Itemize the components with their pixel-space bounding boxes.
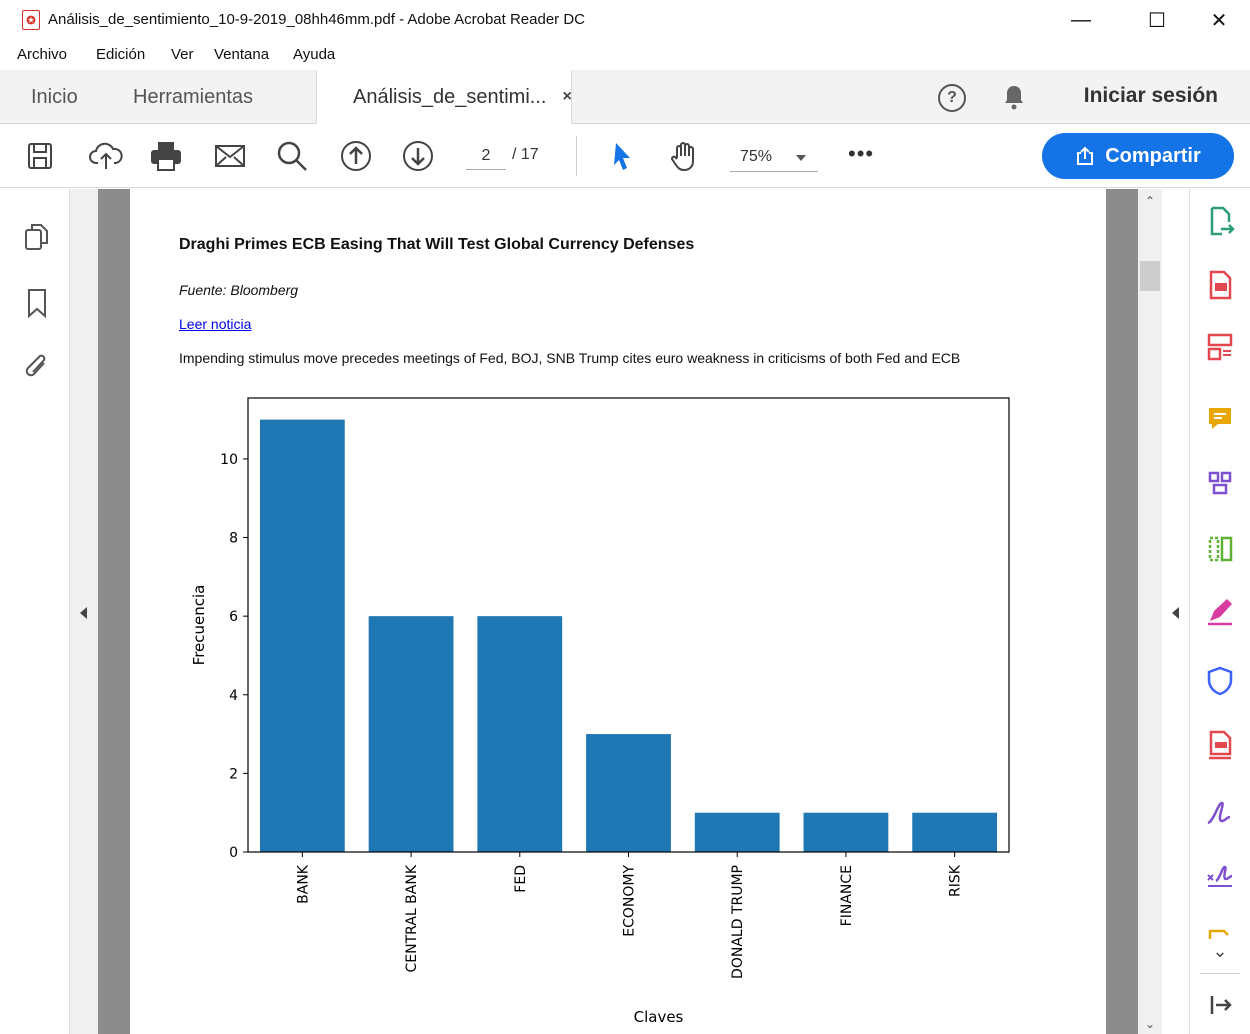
y-tick-label: 2 bbox=[229, 766, 238, 782]
x-tick-label: RISK bbox=[948, 864, 964, 897]
y-tick-label: 0 bbox=[229, 845, 238, 861]
scroll-tools-down-icon[interactable]: ⌄ bbox=[1204, 941, 1236, 961]
menu-ventana[interactable]: Ventana bbox=[214, 46, 269, 63]
article-title: Draghi Primes ECB Easing That Will Test … bbox=[179, 236, 695, 253]
chevron-down-icon bbox=[796, 155, 806, 161]
scroll-up-icon[interactable]: ⌃ bbox=[1138, 191, 1162, 211]
x-tick-label: CENTRAL BANK bbox=[404, 864, 420, 972]
collapse-left-panel[interactable] bbox=[70, 189, 98, 1034]
hand-tool-icon[interactable] bbox=[666, 138, 702, 174]
expand-pane-icon[interactable] bbox=[1204, 989, 1236, 1021]
create-pdf-icon[interactable] bbox=[1204, 269, 1236, 301]
collapse-right-icon bbox=[1172, 607, 1179, 619]
attachment-icon[interactable] bbox=[22, 351, 52, 383]
menu-ayuda[interactable]: Ayuda bbox=[293, 46, 335, 63]
scroll-down-icon[interactable]: ⌄ bbox=[1138, 1014, 1162, 1034]
y-tick-label: 6 bbox=[229, 609, 238, 625]
zoom-value: 75% bbox=[740, 148, 773, 165]
page-margin-right bbox=[1106, 189, 1138, 1034]
y-tick-label: 8 bbox=[229, 531, 238, 547]
tab-inicio[interactable]: Inicio bbox=[31, 70, 78, 124]
page-down-icon[interactable] bbox=[400, 138, 436, 174]
menu-bar: Archivo Edición Ver Ventana Ayuda bbox=[0, 42, 1250, 70]
page-total: / 17 bbox=[512, 146, 539, 163]
document-viewer: Draghi Primes ECB Easing That Will Test … bbox=[70, 189, 1138, 1034]
email-icon[interactable] bbox=[212, 138, 248, 174]
tab-document[interactable]: Análisis_de_sentimi... × bbox=[316, 70, 572, 124]
comment-icon[interactable] bbox=[1204, 403, 1236, 435]
tools-pane: ⌄ bbox=[1162, 189, 1250, 1034]
menu-edicion[interactable]: Edición bbox=[96, 46, 145, 63]
x-tick-label: BANK bbox=[295, 864, 311, 904]
print-icon[interactable] bbox=[148, 138, 184, 174]
cloud-upload-icon[interactable] bbox=[88, 138, 124, 174]
search-icon[interactable] bbox=[274, 138, 310, 174]
left-rail bbox=[0, 189, 70, 1034]
window-title: Análisis_de_sentimiento_10-9-2019_08hh46… bbox=[48, 11, 586, 28]
zoom-dropdown[interactable]: 75% bbox=[730, 142, 818, 172]
request-signature-icon[interactable] bbox=[1204, 861, 1236, 893]
save-icon[interactable] bbox=[22, 138, 58, 174]
pdf-page: Draghi Primes ECB Easing That Will Test … bbox=[130, 189, 1106, 1034]
scroll-thumb[interactable] bbox=[1140, 261, 1160, 291]
x-tick-label: FINANCE bbox=[839, 865, 855, 926]
tab-document-label: Análisis_de_sentimi... bbox=[353, 85, 547, 108]
edit-pdf-icon[interactable] bbox=[1204, 331, 1236, 363]
y-tick-label: 10 bbox=[220, 452, 238, 468]
organize-pages-icon[interactable] bbox=[1204, 533, 1236, 565]
page-margin-left bbox=[98, 189, 130, 1034]
bar-central-bank bbox=[368, 616, 454, 852]
bell-icon[interactable] bbox=[1002, 84, 1026, 110]
bar-bank bbox=[259, 419, 345, 852]
maximize-button[interactable]: ☐ bbox=[1134, 4, 1180, 36]
frequency-bar-chart: BANK CENTRAL BANK FED ECONOMY DONALD TRUMP FI… bbox=[190, 397, 1010, 1026]
bookmark-icon[interactable] bbox=[22, 287, 52, 319]
bar-finance bbox=[803, 812, 889, 852]
select-cursor-icon[interactable] bbox=[604, 138, 640, 174]
fill-sign-icon[interactable] bbox=[1204, 595, 1236, 627]
bar-economy bbox=[586, 734, 671, 852]
close-window-button[interactable]: ✕ bbox=[1196, 4, 1242, 36]
page-up-icon[interactable] bbox=[338, 138, 374, 174]
vertical-scrollbar[interactable]: ⌃ ⌄ bbox=[1138, 189, 1162, 1034]
compress-pdf-icon[interactable] bbox=[1204, 729, 1236, 761]
title-bar: ✪ Análisis_de_sentimiento_10-9-2019_08hh… bbox=[0, 0, 1250, 42]
menu-archivo[interactable]: Archivo bbox=[17, 46, 67, 63]
signin-button[interactable]: Iniciar sesión bbox=[1084, 84, 1218, 108]
collapse-right-panel[interactable] bbox=[1162, 189, 1190, 1034]
tab-herramientas[interactable]: Herramientas bbox=[133, 70, 253, 124]
bar-risk bbox=[912, 812, 998, 852]
tab-bar: Inicio Herramientas Análisis_de_sentimi.… bbox=[0, 70, 1250, 124]
share-label: Compartir bbox=[1105, 144, 1201, 167]
combine-files-icon[interactable] bbox=[1204, 467, 1236, 499]
article-source: Fuente: Bloomberg bbox=[179, 282, 299, 298]
share-icon bbox=[1077, 146, 1094, 165]
page-thumbnails-icon[interactable] bbox=[22, 221, 52, 253]
signature-icon[interactable] bbox=[1204, 797, 1236, 829]
x-tick-label: ECONOMY bbox=[622, 865, 638, 937]
page-number-input[interactable]: 2 bbox=[466, 142, 506, 170]
menu-ver[interactable]: Ver bbox=[171, 46, 194, 63]
tools-divider bbox=[1200, 973, 1240, 974]
article-summary: Impending stimulus move precedes meeting… bbox=[179, 350, 961, 366]
more-tools-icon[interactable]: ••• bbox=[848, 143, 874, 165]
close-tab-icon[interactable]: × bbox=[562, 88, 571, 106]
toolbar-divider bbox=[576, 136, 577, 176]
protect-shield-icon[interactable] bbox=[1204, 665, 1236, 697]
bar-donald-trump bbox=[694, 812, 780, 852]
acrobat-icon: ✪ bbox=[22, 10, 40, 30]
bar-fed bbox=[477, 616, 563, 852]
y-axis-label: Frecuencia bbox=[190, 585, 208, 666]
minimize-button[interactable]: — bbox=[1058, 4, 1104, 36]
toolbar: 2 / 17 75% ••• Compartir bbox=[0, 124, 1250, 188]
x-tick-label: FED bbox=[513, 865, 529, 893]
collapse-left-icon bbox=[80, 607, 87, 619]
share-button[interactable]: Compartir bbox=[1042, 133, 1234, 179]
x-axis-label: Claves bbox=[634, 1008, 684, 1026]
y-tick-label: 4 bbox=[229, 688, 238, 704]
x-tick-label: DONALD TRUMP bbox=[730, 865, 746, 979]
help-icon[interactable]: ? bbox=[938, 84, 966, 112]
read-news-link[interactable]: Leer noticia bbox=[179, 316, 251, 332]
export-pdf-icon[interactable] bbox=[1204, 205, 1236, 237]
